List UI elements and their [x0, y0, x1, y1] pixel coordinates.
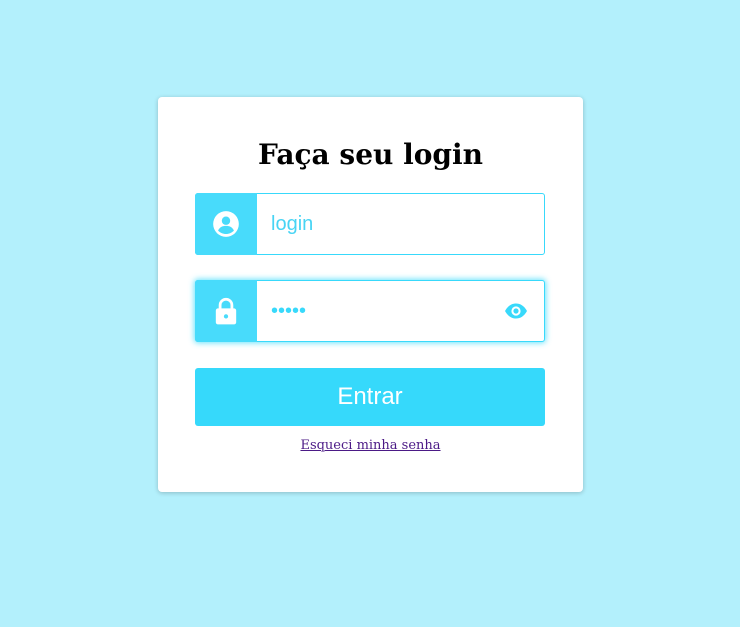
submit-button[interactable]: Entrar [195, 368, 545, 426]
password-field[interactable] [195, 280, 545, 342]
page-title: Faça seu login [258, 138, 483, 171]
eye-icon[interactable] [504, 303, 528, 319]
forgot-password-container: Esqueci minha senha [158, 438, 583, 453]
user-circle-icon [213, 211, 239, 237]
forgot-password-link[interactable]: Esqueci minha senha [300, 438, 440, 453]
toggle-password-visibility[interactable] [488, 281, 544, 341]
lock-icon [215, 297, 237, 325]
login-field[interactable] [195, 193, 545, 255]
login-card: Faça seu login Entra [158, 97, 583, 492]
login-icon-box [195, 193, 257, 255]
login-input[interactable] [257, 194, 544, 254]
password-icon-box [195, 280, 257, 342]
password-input[interactable] [257, 281, 488, 341]
